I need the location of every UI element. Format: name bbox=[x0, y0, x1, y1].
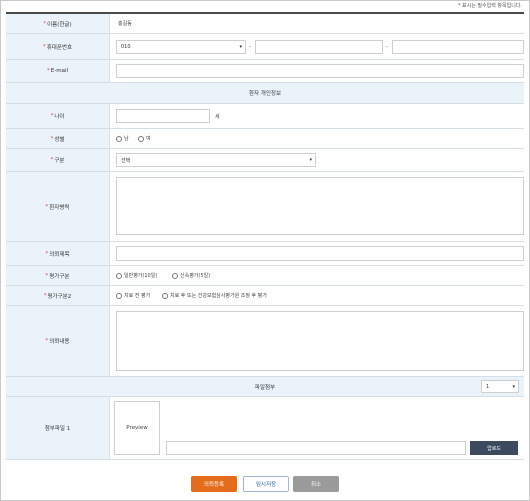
file-path-input[interactable] bbox=[166, 441, 466, 455]
row-age: * 나이 세 bbox=[6, 104, 524, 129]
label-title: * 의뢰제목 bbox=[6, 242, 110, 265]
value-name: 홍길동 bbox=[114, 14, 524, 33]
label-history: * 환자병력 bbox=[6, 172, 110, 241]
phone-last-input[interactable] bbox=[392, 40, 524, 54]
radio-eval-fast[interactable]: 신속평가(5일) bbox=[172, 266, 210, 285]
label-eval-type2: * 평가구분2 bbox=[6, 286, 110, 305]
label-age: * 나이 bbox=[6, 104, 110, 128]
submit-button[interactable]: 의뢰등록 bbox=[191, 476, 237, 492]
label-eval-type: * 평가구분 bbox=[6, 266, 110, 285]
row-attachment-file: 첨부파일 1 Preview 업로드 bbox=[6, 397, 524, 460]
label-content: * 의뢰내용 bbox=[6, 306, 110, 376]
radio-eval-normal[interactable]: 일반평가(10일) bbox=[116, 266, 157, 285]
radio-male[interactable]: 남 bbox=[116, 129, 129, 148]
attachment-count-select[interactable]: 1 ▾ bbox=[481, 380, 519, 393]
row-eval-type: * 평가구분 일반평가(10일) 신속평가(5일) bbox=[6, 266, 524, 286]
chevron-down-icon: ▾ bbox=[309, 157, 312, 163]
preview-box: Preview bbox=[114, 401, 160, 455]
temp-save-button[interactable]: 임시저장 bbox=[243, 476, 289, 492]
row-title: * 의뢰제목 bbox=[6, 242, 524, 266]
row-email: * E-mail bbox=[6, 60, 524, 83]
radio-female[interactable]: 여 bbox=[138, 129, 151, 148]
label-attachment-file: 첨부파일 1 bbox=[6, 397, 110, 459]
label-name: * 이름(한글) bbox=[6, 14, 110, 33]
cancel-button[interactable]: 취소 bbox=[293, 476, 339, 492]
label-category: * 구분 bbox=[6, 149, 110, 171]
label-phone: * 휴대폰번호 bbox=[6, 34, 110, 59]
radio-eval2-after[interactable]: 치료 후 또는 건강보험심사평가원 조정 후 평가 bbox=[162, 286, 267, 305]
upload-button[interactable]: 업로드 bbox=[470, 441, 518, 455]
age-input[interactable] bbox=[116, 109, 210, 123]
label-sex: * 성별 bbox=[6, 129, 110, 148]
content-textarea[interactable] bbox=[116, 311, 524, 371]
chevron-down-icon: ▾ bbox=[239, 44, 242, 50]
phone-prefix-select[interactable]: 010 ▾ bbox=[116, 40, 246, 54]
row-phone: * 휴대폰번호 010 ▾ - - bbox=[6, 34, 524, 60]
row-history: * 환자병력 bbox=[6, 172, 524, 242]
history-textarea[interactable] bbox=[116, 177, 524, 235]
radio-eval2-before[interactable]: 치료 전 평가 bbox=[116, 286, 150, 305]
email-input[interactable] bbox=[116, 64, 524, 78]
label-email: * E-mail bbox=[6, 60, 110, 82]
row-eval-type2: * 평가구분2 치료 전 평가 치료 후 또는 건강보험심사평가원 조정 후 평가 bbox=[6, 286, 524, 306]
phone-middle-input[interactable] bbox=[255, 40, 383, 54]
section-patient-info: 환자 개인정보 bbox=[6, 83, 524, 104]
name-value: 홍길동 bbox=[118, 21, 132, 27]
row-name: * 이름(한글) 홍길동 bbox=[6, 14, 524, 34]
row-sex: * 성별 남 여 bbox=[6, 129, 524, 149]
required-note: * 표시는 필수입력 항목입니다. bbox=[457, 3, 522, 9]
section-attachments: 파일첨부 bbox=[6, 377, 524, 397]
chevron-down-icon: ▾ bbox=[512, 383, 515, 390]
row-category: * 구분 선택 ▾ bbox=[6, 149, 524, 172]
category-select[interactable]: 선택 ▾ bbox=[116, 153, 316, 167]
age-unit: 세 bbox=[215, 113, 220, 120]
row-content: * 의뢰내용 bbox=[6, 306, 524, 377]
title-input[interactable] bbox=[116, 246, 524, 261]
